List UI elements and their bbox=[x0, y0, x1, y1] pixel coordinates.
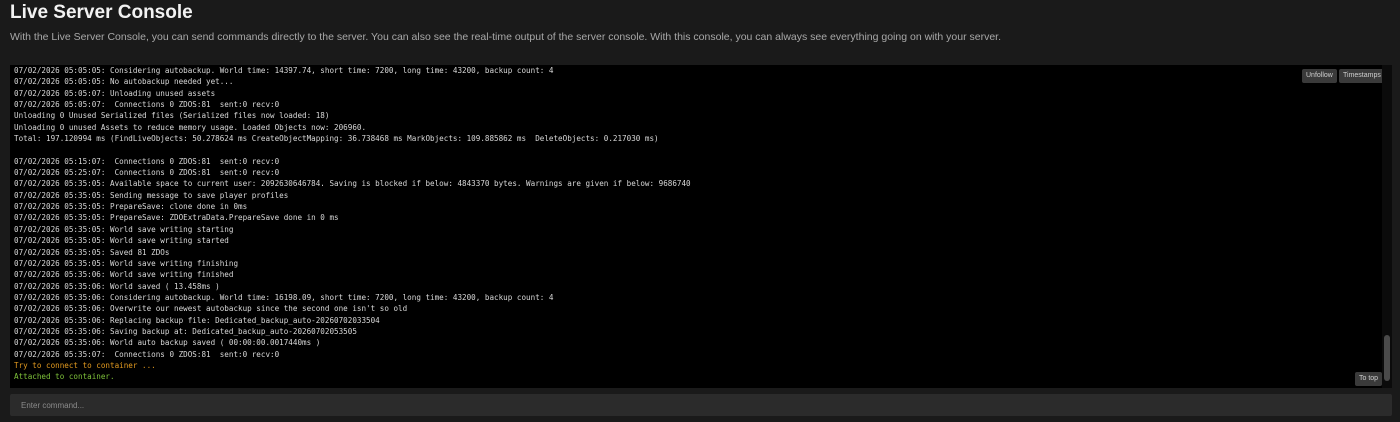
page-description: With the Live Server Console, you can se… bbox=[10, 31, 1002, 43]
console-log-line: 07/02/2026 05:35:06: Considering autobac… bbox=[14, 292, 554, 302]
console-log-line: 07/02/2026 05:35:05: World save writing … bbox=[14, 236, 229, 246]
console-log-line: Try to connect to container ... bbox=[14, 360, 156, 370]
console-log-line: 07/02/2026 05:05:07: Connections 0 ZDOS:… bbox=[14, 100, 280, 110]
console-log-line bbox=[14, 144, 1380, 155]
to-top-button[interactable]: To top bbox=[1355, 372, 1383, 386]
console-log-line: Unloading 0 Unused Serialized files (Ser… bbox=[14, 111, 330, 121]
command-input[interactable] bbox=[10, 394, 1392, 416]
console-log-line: 07/02/2026 05:35:06: Overwrite our newes… bbox=[14, 304, 408, 314]
console-log-line: Unloading 0 unused Assets to reduce memo… bbox=[14, 122, 367, 132]
console-log-line: 07/02/2026 05:35:07: Connections 0 ZDOS:… bbox=[14, 349, 280, 359]
console-log-line: 07/02/2026 05:15:07: Connections 0 ZDOS:… bbox=[14, 156, 280, 166]
console-log-line: 07/02/2026 05:35:06: World save writing … bbox=[14, 270, 234, 280]
scrollbar-thumb[interactable] bbox=[1384, 335, 1390, 381]
console-log-line: 07/02/2026 05:35:05: Saved 81 ZDOs bbox=[14, 247, 170, 257]
console-log-line: 07/02/2026 05:35:05: World save writing … bbox=[14, 224, 234, 234]
console-log-line: 07/02/2026 05:05:05: Considering autobac… bbox=[14, 66, 554, 75]
console-scrollbar[interactable] bbox=[1382, 65, 1392, 388]
console-output: 07/02/2026 05:05:05: Considering autobac… bbox=[10, 65, 1380, 388]
console-log-line: 07/02/2026 05:35:06: Replacing backup fi… bbox=[14, 315, 380, 325]
unfollow-button[interactable]: Unfollow bbox=[1302, 69, 1337, 83]
console-panel: 07/02/2026 05:05:05: Considering autobac… bbox=[10, 65, 1392, 388]
console-log-line: Attached to container. bbox=[14, 372, 115, 382]
console-log-line: 07/02/2026 05:35:06: Saving backup at: D… bbox=[14, 326, 357, 336]
console-log-line: 07/02/2026 05:35:06: World saved ( 13.45… bbox=[14, 281, 220, 291]
console-log-line: 07/02/2026 05:35:05: PrepareSave: clone … bbox=[14, 202, 248, 212]
console-log-line: 07/02/2026 05:05:07: Unloading unused as… bbox=[14, 88, 216, 98]
live-server-console-page: Live Server Console With the Live Server… bbox=[0, 0, 1400, 422]
console-log-line: 07/02/2026 05:25:07: Connections 0 ZDOS:… bbox=[14, 168, 280, 178]
console-log-line: Total: 197.120994 ms (FindLiveObjects: 5… bbox=[14, 134, 659, 144]
command-bar bbox=[10, 394, 1392, 416]
console-log-line: 07/02/2026 05:35:05: Available space to … bbox=[14, 179, 691, 189]
console-log-line: 07/02/2026 05:05:05: No autobackup neede… bbox=[14, 77, 234, 87]
console-log-line: 07/02/2026 05:35:05: Sending message to … bbox=[14, 190, 289, 200]
page-title: Live Server Console bbox=[10, 2, 193, 23]
console-log-line: 07/02/2026 05:35:05: World save writing … bbox=[14, 258, 239, 268]
console-log-line: 07/02/2026 05:35:05: PrepareSave: ZDOExt… bbox=[14, 213, 339, 223]
timestamps-button[interactable]: Timestamps bbox=[1339, 69, 1385, 83]
page-header: Live Server Console With the Live Server… bbox=[10, 0, 1390, 62]
console-log-line: 07/02/2026 05:35:06: World auto backup s… bbox=[14, 338, 321, 348]
